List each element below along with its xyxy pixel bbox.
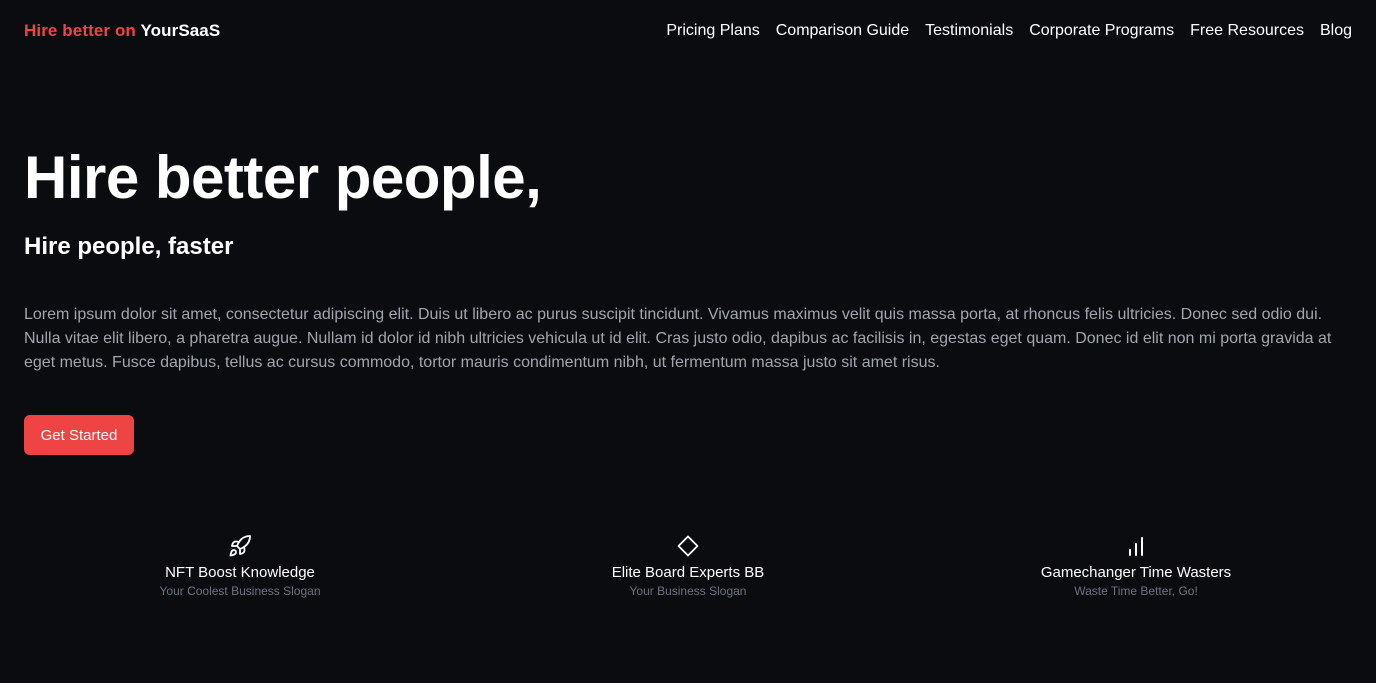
brand-tagline: Hire better on <box>24 21 136 40</box>
nav-free-resources[interactable]: Free Resources <box>1190 22 1304 40</box>
nav-testimonials[interactable]: Testimonials <box>925 22 1013 40</box>
feature-slogan: Your Coolest Business Slogan <box>159 584 321 598</box>
get-started-button[interactable]: Get Started <box>24 415 134 455</box>
diamond-icon <box>675 533 701 559</box>
brand-logo[interactable]: Hire better on YourSaaS <box>24 21 220 41</box>
feature-item: Elite Board Experts BB Your Business Slo… <box>538 533 838 598</box>
hero-title: Hire better people, <box>24 144 542 211</box>
nav-blog[interactable]: Blog <box>1320 22 1352 40</box>
feature-title: Gamechanger Time Wasters <box>1040 564 1232 581</box>
bar-chart-icon <box>1123 533 1149 559</box>
nav-pricing-plans[interactable]: Pricing Plans <box>666 22 759 40</box>
rocket-icon <box>227 533 253 559</box>
feature-title: Elite Board Experts BB <box>611 564 765 581</box>
feature-item: NFT Boost Knowledge Your Coolest Busines… <box>90 533 390 598</box>
feature-item: Gamechanger Time Wasters Waste Time Bett… <box>986 533 1286 598</box>
feature-slogan: Your Business Slogan <box>629 584 747 598</box>
hero-subtitle: Hire people, faster <box>24 233 234 260</box>
site-header: Hire better on YourSaaS Pricing Plans Co… <box>24 18 1352 44</box>
landing-page: Hire better on YourSaaS Pricing Plans Co… <box>0 0 1376 683</box>
feature-slogan: Waste Time Better, Go! <box>1074 584 1198 598</box>
brand-name: YourSaaS <box>140 21 221 40</box>
main-nav: Pricing Plans Comparison Guide Testimoni… <box>666 22 1352 40</box>
nav-corporate-programs[interactable]: Corporate Programs <box>1029 22 1174 40</box>
feature-title: NFT Boost Knowledge <box>165 564 315 581</box>
hero-description: Lorem ipsum dolor sit amet, consectetur … <box>24 306 1332 371</box>
nav-comparison-guide[interactable]: Comparison Guide <box>776 22 909 40</box>
